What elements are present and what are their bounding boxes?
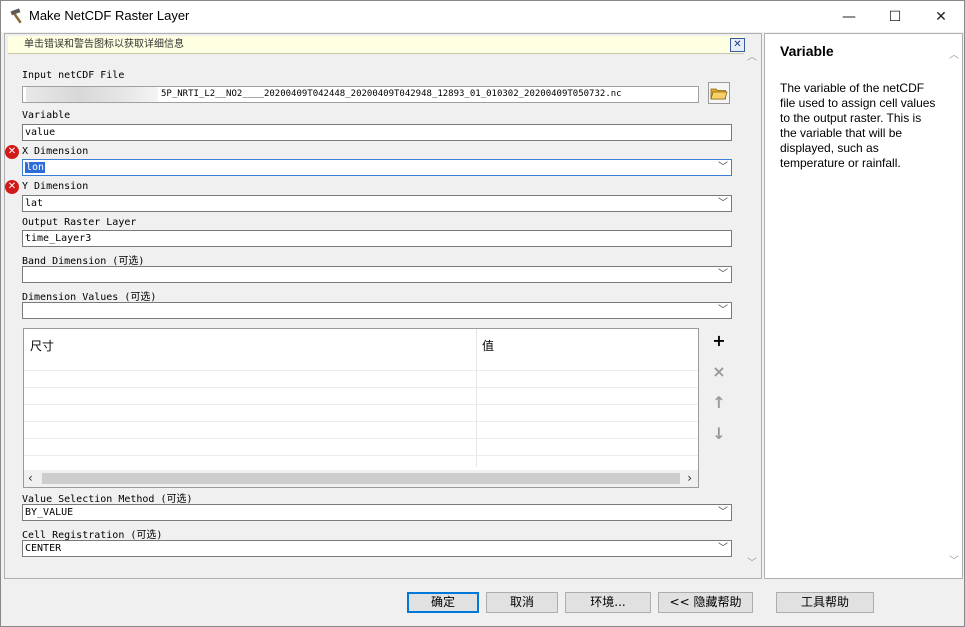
x-dimension-error-icon[interactable]: ✕ xyxy=(5,145,19,159)
table-row xyxy=(24,421,698,422)
help-text: The variable of the netCDF file used to … xyxy=(780,81,936,170)
cell-registration-value: CENTER xyxy=(25,543,62,554)
ok-button[interactable]: 确定 xyxy=(407,592,479,613)
close-button[interactable]: ✕ xyxy=(918,1,964,32)
chevron-down-icon: ﹀ xyxy=(718,198,728,209)
delete-row-button[interactable]: × xyxy=(708,360,730,382)
maximize-button[interactable]: ☐ xyxy=(872,1,918,32)
variable-field[interactable]: value xyxy=(22,124,732,141)
output-layer-field[interactable]: time_Layer3 xyxy=(22,230,732,247)
dimension-values-label: Dimension Values (可选) xyxy=(22,292,157,303)
input-file-label: Input netCDF File xyxy=(22,70,125,81)
dimension-values-select[interactable]: ﹀ xyxy=(22,302,732,319)
hide-help-button[interactable]: << 隐藏帮助 xyxy=(658,592,753,613)
window-title: Make NetCDF Raster Layer xyxy=(29,8,190,23)
help-title: Variable xyxy=(780,43,834,59)
chevron-down-icon: ﹀ xyxy=(718,543,728,554)
minimize-button[interactable]: — xyxy=(826,1,872,32)
column-divider xyxy=(476,329,477,467)
band-dimension-select[interactable]: ﹀ xyxy=(22,266,732,283)
chevron-down-icon: ﹀ xyxy=(718,507,728,518)
hammer-icon xyxy=(10,8,22,24)
table-row xyxy=(24,455,698,456)
message-text: 单击错误和警告图标以获取详细信息 xyxy=(24,39,184,50)
y-dimension-select[interactable]: lat ﹀ xyxy=(22,195,732,212)
x-dimension-label: X Dimension xyxy=(22,146,89,157)
value-selection-value: BY_VALUE xyxy=(25,507,74,518)
cell-registration-label: Cell Registration (可选) xyxy=(22,530,163,541)
tool-help-button[interactable]: 工具帮助 xyxy=(776,592,874,613)
output-layer-label: Output Raster Layer xyxy=(22,217,137,228)
chevron-down-icon: ﹀ xyxy=(718,305,728,316)
column-header-value[interactable]: 值 xyxy=(482,337,494,354)
message-bar: 单击错误和警告图标以获取详细信息 ✕ xyxy=(8,36,745,54)
table-row xyxy=(24,438,698,439)
chevron-down-icon: ﹀ xyxy=(718,269,728,280)
y-dimension-label: Y Dimension xyxy=(22,181,89,192)
environments-button[interactable]: 环境... xyxy=(565,592,651,613)
help-scroll-down-icon[interactable]: ﹀ xyxy=(949,552,959,567)
title-bar: Make NetCDF Raster Layer — ☐ ✕ xyxy=(1,1,964,32)
dialog-window: Make NetCDF Raster Layer — ☐ ✕ 单击错误和警告图标… xyxy=(0,0,965,627)
add-row-button[interactable]: + xyxy=(708,329,730,351)
scroll-right-icon[interactable]: › xyxy=(687,471,692,485)
table-row xyxy=(24,370,698,371)
variable-label: Variable xyxy=(22,110,71,121)
band-dimension-label: Band Dimension (可选) xyxy=(22,256,145,267)
input-file-value: 5P_NRTI_L2__NO2____20200409T042448_20200… xyxy=(161,89,622,99)
column-header-dimension[interactable]: 尺寸 xyxy=(30,337,54,354)
help-scroll-up-icon[interactable]: ︿ xyxy=(949,46,959,61)
x-dimension-select[interactable]: lon ﹀ xyxy=(22,159,732,176)
value-selection-select[interactable]: BY_VALUE ﹀ xyxy=(22,504,732,521)
move-down-button[interactable]: ↓ xyxy=(708,422,730,444)
dimension-values-table[interactable]: 尺寸 值 ‹ › xyxy=(23,328,699,488)
x-dimension-value: lon xyxy=(25,162,46,173)
y-dimension-value: lat xyxy=(25,198,44,209)
message-close-icon[interactable]: ✕ xyxy=(730,38,745,52)
open-folder-icon xyxy=(710,88,728,100)
table-row xyxy=(24,387,698,388)
scroll-up-icon[interactable]: ︿ xyxy=(747,48,757,63)
horizontal-scrollbar[interactable]: ‹ › xyxy=(24,470,698,487)
cancel-button[interactable]: 取消 xyxy=(486,592,558,613)
button-bar: 确定 取消 环境... << 隐藏帮助 工具帮助 xyxy=(1,581,964,626)
browse-button[interactable] xyxy=(708,82,730,104)
value-selection-label: Value Selection Method (可选) xyxy=(22,494,193,505)
scroll-thumb[interactable] xyxy=(42,473,680,484)
help-pane: Variable The variable of the netCDF file… xyxy=(764,33,963,579)
chevron-down-icon: ﹀ xyxy=(718,162,728,173)
y-dimension-error-icon[interactable]: ✕ xyxy=(5,180,19,194)
cell-registration-select[interactable]: CENTER ﹀ xyxy=(22,540,732,557)
table-header: 尺寸 值 xyxy=(24,329,698,357)
parameters-pane: 单击错误和警告图标以获取详细信息 ✕ ︿ ﹀ Input netCDF File… xyxy=(4,33,762,579)
move-up-button[interactable]: ↑ xyxy=(708,391,730,413)
input-file-field[interactable]: 5P_NRTI_L2__NO2____20200409T042448_20200… xyxy=(22,86,699,103)
table-row xyxy=(24,404,698,405)
scroll-down-icon[interactable]: ﹀ xyxy=(747,554,757,569)
scroll-left-icon[interactable]: ‹ xyxy=(28,471,33,485)
redacted-path xyxy=(26,87,158,102)
